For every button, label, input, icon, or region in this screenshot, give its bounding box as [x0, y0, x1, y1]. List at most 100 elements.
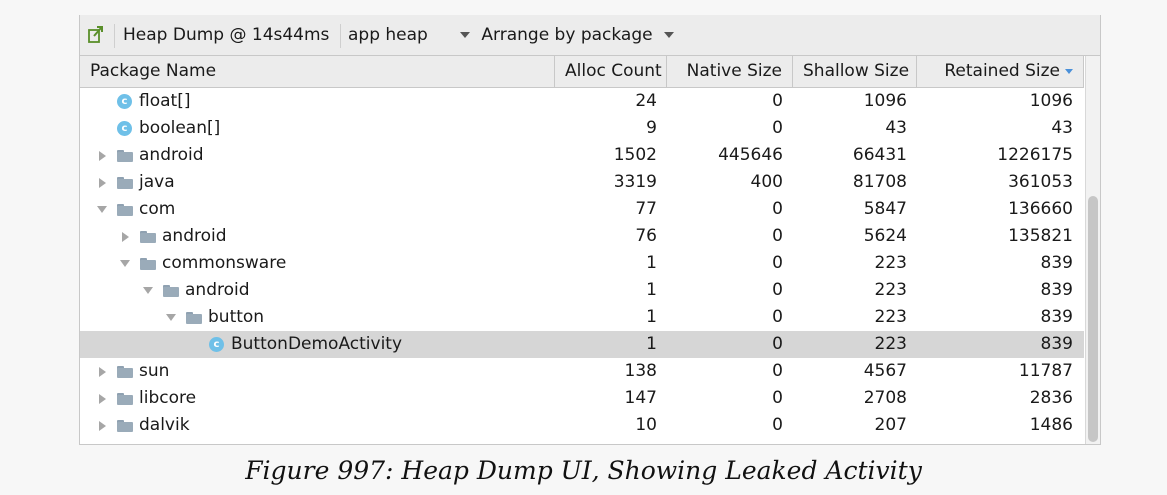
row-name-cell: java: [95, 169, 175, 196]
retained-size-cell: 839: [1040, 280, 1073, 300]
retained-size-cell: 136660: [1008, 199, 1073, 219]
heap-selector[interactable]: app heap: [348, 24, 428, 46]
column-shallow-size[interactable]: Shallow Size: [793, 56, 917, 87]
shallow-size-cell: 2708: [863, 388, 907, 408]
table-row[interactable]: android 76 0 5624 135821: [80, 223, 1084, 250]
retained-size-cell: 1096: [1029, 91, 1073, 111]
native-size-cell: 0: [772, 91, 783, 111]
arrange-dropdown[interactable]: Arrange by package: [460, 24, 674, 46]
column-package-name[interactable]: Package Name: [80, 56, 555, 87]
row-name: android: [185, 280, 250, 300]
package-folder-icon: [117, 392, 133, 405]
native-size-cell: 445646: [718, 145, 783, 165]
shallow-size-cell: 43: [885, 118, 907, 138]
retained-size-cell: 11787: [1018, 361, 1073, 381]
retained-size-cell: 361053: [1008, 172, 1073, 192]
table-row[interactable]: libcore 147 0 2708 2836: [80, 385, 1084, 412]
table-row[interactable]: java 3319 400 81708 361053: [80, 169, 1084, 196]
row-name-cell: c float[]: [117, 88, 190, 115]
scrollbar-thumb[interactable]: [1088, 196, 1098, 442]
triangle-down-icon: [120, 260, 130, 267]
expand-toggle-icon[interactable]: [118, 223, 132, 250]
package-folder-icon: [163, 284, 179, 297]
table-row[interactable]: com 77 0 5847 136660: [80, 196, 1084, 223]
row-name: libcore: [139, 388, 197, 408]
triangle-right-icon: [121, 231, 129, 242]
table-row[interactable]: commonsware 1 0 223 839: [80, 250, 1084, 277]
collapse-toggle-icon[interactable]: [118, 250, 132, 277]
table-row[interactable]: android 1 0 223 839: [80, 277, 1084, 304]
export-icon[interactable]: [86, 24, 106, 44]
triangle-right-icon: [98, 366, 106, 377]
row-name-cell: android: [95, 142, 204, 169]
collapse-toggle-icon[interactable]: [164, 304, 178, 331]
table-row[interactable]: button 1 0 223 839: [80, 304, 1084, 331]
sort-descending-icon: [1065, 68, 1073, 74]
shallow-size-cell: 66431: [852, 145, 907, 165]
expand-toggle-icon[interactable]: [95, 169, 109, 196]
column-retained-size[interactable]: Retained Size: [917, 56, 1084, 87]
expand-toggle-icon[interactable]: [95, 142, 109, 169]
triangle-down-icon: [143, 287, 153, 294]
row-name-cell: dalvik: [95, 412, 190, 439]
native-size-cell: 0: [772, 361, 783, 381]
expand-toggle-icon[interactable]: [95, 412, 109, 439]
table-row[interactable]: android 1502 445646 66431 1226175: [80, 142, 1084, 169]
row-name: ButtonDemoActivity: [231, 334, 403, 354]
row-name: commonsware: [162, 253, 287, 273]
alloc-count-cell: 9: [646, 118, 657, 138]
retained-size-cell: 135821: [1008, 226, 1073, 246]
alloc-count-cell: 77: [635, 199, 657, 219]
shallow-size-cell: 223: [874, 253, 907, 273]
package-folder-icon: [117, 176, 133, 189]
row-name-cell: c boolean[]: [117, 115, 220, 142]
alloc-count-cell: 24: [635, 91, 657, 111]
table-row[interactable]: c float[] 24 0 1096 1096: [80, 88, 1084, 115]
row-name-cell: c ButtonDemoActivity: [209, 331, 402, 358]
shallow-size-cell: 223: [874, 280, 907, 300]
package-folder-icon: [117, 203, 133, 216]
alloc-count-cell: 1: [646, 253, 657, 273]
row-name-cell: android: [141, 277, 250, 304]
row-name: java: [139, 172, 175, 192]
alloc-count-cell: 147: [624, 388, 657, 408]
chevron-down-icon: [460, 32, 470, 38]
shallow-size-cell: 223: [874, 334, 907, 354]
column-native-size[interactable]: Native Size: [667, 56, 793, 87]
table-row[interactable]: sun 138 0 4567 11787: [80, 358, 1084, 385]
expand-toggle-icon[interactable]: [95, 385, 109, 412]
row-name-cell: libcore: [95, 385, 196, 412]
toolbar-separator: [340, 24, 341, 48]
native-size-cell: 0: [772, 253, 783, 273]
triangle-right-icon: [98, 177, 106, 188]
shallow-size-cell: 223: [874, 307, 907, 327]
collapse-toggle-icon[interactable]: [141, 277, 155, 304]
package-folder-icon: [186, 311, 202, 324]
native-size-cell: 0: [772, 388, 783, 408]
collapse-toggle-icon[interactable]: [95, 196, 109, 223]
package-folder-icon: [140, 230, 156, 243]
alloc-count-cell: 1: [646, 307, 657, 327]
triangle-down-icon: [166, 314, 176, 321]
alloc-count-cell: 1: [646, 334, 657, 354]
arrange-label: Arrange by package: [481, 25, 653, 45]
heap-dump-title: Heap Dump @ 14s44ms: [123, 25, 330, 45]
vertical-scrollbar[interactable]: [1085, 56, 1100, 444]
expand-toggle-icon[interactable]: [95, 358, 109, 385]
package-folder-icon: [117, 419, 133, 432]
alloc-count-cell: 3319: [613, 172, 657, 192]
native-size-cell: 0: [772, 226, 783, 246]
alloc-count-cell: 1502: [613, 145, 657, 165]
table-row[interactable]: c boolean[] 9 0 43 43: [80, 115, 1084, 142]
package-folder-icon: [117, 365, 133, 378]
retained-size-cell: 2836: [1029, 388, 1073, 408]
retained-size-cell: 43: [1051, 118, 1073, 138]
native-size-cell: 0: [772, 118, 783, 138]
column-alloc-count[interactable]: Alloc Count: [555, 56, 667, 87]
table-row[interactable]: c ButtonDemoActivity 1 0 223 839: [80, 331, 1084, 358]
chevron-down-icon: [664, 32, 674, 38]
table-row[interactable]: dalvik 10 0 207 1486: [80, 412, 1084, 439]
triangle-right-icon: [98, 393, 106, 404]
shallow-size-cell: 4567: [863, 361, 907, 381]
package-folder-icon: [117, 149, 133, 162]
